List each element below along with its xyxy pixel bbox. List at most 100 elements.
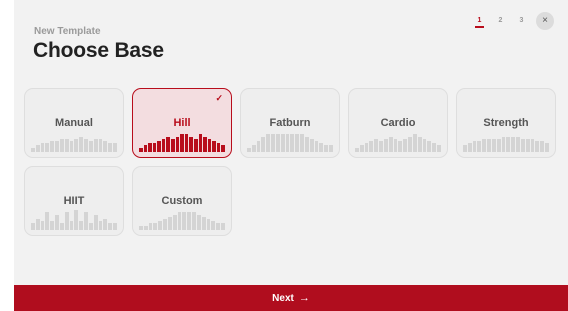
step-1[interactable]: 1 — [469, 17, 490, 28]
profile-bar — [535, 141, 540, 152]
profile-bar — [516, 136, 520, 152]
card-label: Strength — [483, 117, 529, 129]
profile-bar — [525, 138, 530, 152]
profile-bar — [148, 143, 152, 152]
profile-bar — [158, 221, 163, 230]
profile-bar — [398, 141, 403, 152]
card-label: Manual — [55, 117, 93, 129]
step-2[interactable]: 2 — [490, 17, 511, 28]
profile-bar — [501, 136, 506, 152]
profile-bar — [266, 134, 271, 152]
card-label: Cardio — [380, 117, 416, 129]
profile-bar — [393, 138, 398, 152]
profile-bar — [79, 221, 84, 230]
close-icon[interactable]: × — [536, 11, 554, 30]
profile-bar — [175, 136, 180, 152]
profile-bar — [88, 223, 93, 230]
profile-bar — [172, 214, 177, 230]
card-label: Custom — [161, 195, 203, 207]
profile-bar — [355, 147, 359, 152]
profile-bar — [314, 141, 319, 152]
profile-bar — [98, 138, 103, 152]
profile-bar — [324, 145, 329, 152]
card-custom[interactable]: Custom — [132, 166, 232, 236]
profile-bar — [45, 212, 50, 230]
profile-bar — [247, 147, 251, 152]
profile-bar — [304, 136, 309, 152]
card-manual[interactable]: Manual — [24, 88, 124, 158]
profile-bar — [55, 214, 59, 230]
profile-bar — [64, 138, 69, 152]
page-title: Choose Base — [33, 39, 164, 62]
next-button[interactable]: Next → — [14, 285, 568, 311]
profile-bar — [152, 143, 157, 152]
profile-bar — [31, 147, 35, 152]
profile-bar — [403, 138, 408, 152]
profile-bar — [364, 143, 369, 152]
profile-bar — [295, 134, 300, 152]
profile-bar — [290, 134, 295, 152]
card-strength[interactable]: Strength — [456, 88, 556, 158]
profile-bar — [50, 221, 55, 230]
profile-bar — [84, 138, 88, 152]
profile-bar — [216, 143, 221, 152]
page-subtitle: New Template — [34, 26, 101, 37]
step-indicator: 1 2 3 × — [469, 11, 554, 33]
card-fatburn[interactable]: Fatburn — [240, 88, 340, 158]
step-3[interactable]: 3 — [511, 17, 532, 28]
profile-bar — [163, 219, 167, 230]
profile-bar — [171, 138, 175, 152]
profile-bar — [221, 145, 225, 152]
profile-bar — [496, 138, 501, 152]
profile-bar — [189, 136, 193, 152]
profile-bar — [113, 143, 117, 152]
profile-bar — [35, 145, 40, 152]
profile-bar — [207, 138, 212, 152]
profile-bar — [216, 223, 221, 230]
profile-bar — [388, 136, 393, 152]
profile-bar — [148, 223, 153, 230]
profile-bar — [64, 212, 69, 230]
profile-bar — [463, 145, 467, 152]
card-cardio[interactable]: Cardio — [348, 88, 448, 158]
profile-bar — [427, 141, 432, 152]
profile-bar — [161, 138, 166, 152]
profile-bar — [374, 138, 379, 152]
intensity-profile — [463, 130, 549, 152]
profile-bar — [280, 134, 285, 152]
profile-bar — [139, 147, 143, 152]
profile-bar — [221, 223, 225, 230]
profile-bar — [167, 216, 172, 230]
profile-bar — [187, 212, 192, 230]
profile-bar — [93, 214, 98, 230]
profile-bar — [530, 138, 535, 152]
profile-bar — [545, 143, 549, 152]
profile-bar — [285, 134, 290, 152]
profile-bar — [211, 221, 216, 230]
profile-bar — [182, 212, 187, 230]
next-button-label: Next — [272, 292, 294, 304]
profile-bar — [79, 136, 84, 152]
profile-bar — [467, 143, 472, 152]
profile-bar — [143, 145, 148, 152]
profile-bar — [35, 219, 40, 230]
profile-bar — [143, 225, 148, 230]
profile-bar — [379, 141, 383, 152]
card-hill[interactable]: ✓ Hill — [132, 88, 232, 158]
profile-bar — [412, 134, 417, 152]
profile-bar — [177, 212, 182, 230]
profile-bar — [319, 143, 324, 152]
profile-bar — [491, 138, 496, 152]
profile-bar — [271, 134, 275, 152]
profile-bar — [275, 134, 280, 152]
profile-bar — [540, 141, 545, 152]
profile-bar — [369, 141, 374, 152]
profile-bar — [193, 138, 198, 152]
profile-bar — [108, 143, 113, 152]
profile-bar — [180, 134, 184, 152]
card-hiit[interactable]: HIIT — [24, 166, 124, 236]
intensity-profile — [355, 130, 441, 152]
profile-bar — [69, 221, 74, 230]
profile-bar — [59, 223, 64, 230]
check-icon: ✓ — [215, 93, 223, 103]
